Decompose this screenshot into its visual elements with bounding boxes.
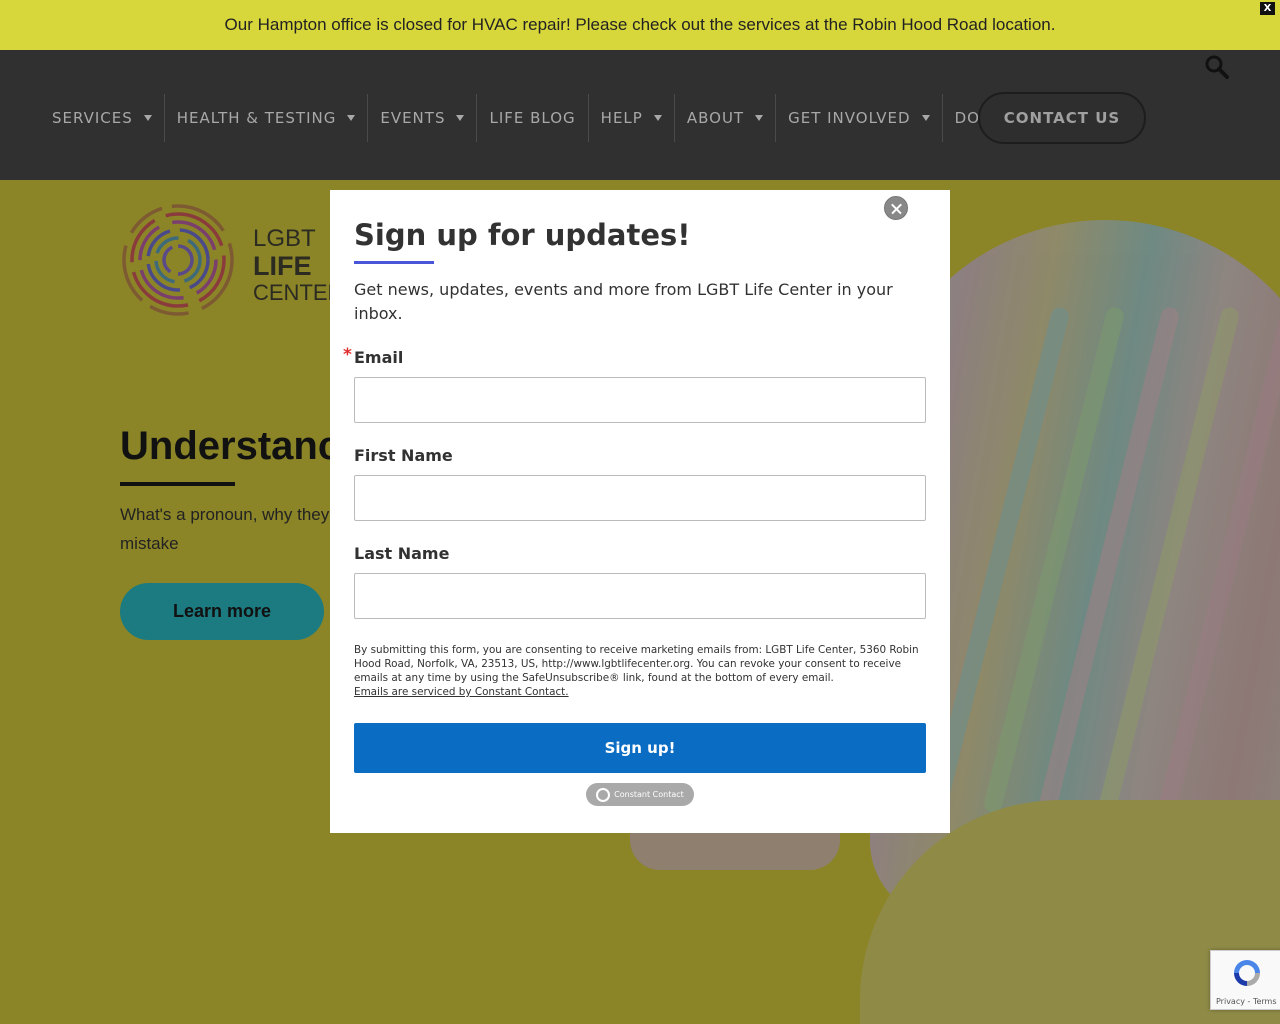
privacy-link[interactable]: Privacy (1216, 997, 1245, 1006)
caret-down-icon (347, 115, 356, 121)
caret-down-icon (143, 115, 152, 121)
nav-item-help[interactable]: HELP (589, 94, 675, 142)
terms-link[interactable]: Terms (1253, 997, 1277, 1006)
caret-down-icon (653, 115, 662, 121)
modal-title-underline (354, 261, 434, 264)
nav-item-get-involved[interactable]: GET INVOLVED (776, 94, 943, 142)
constant-contact-link[interactable]: Emails are serviced by Constant Contact. (354, 686, 569, 698)
constant-contact-badge[interactable]: Constant Contact (586, 783, 694, 806)
modal-close-button[interactable] (884, 196, 908, 220)
recaptcha-badge[interactable]: Privacy - Terms (1210, 950, 1280, 1010)
modal-title: Sign up for updates! (354, 218, 691, 252)
recaptcha-separator: - (1244, 997, 1253, 1006)
badge-text: Constant Contact (614, 790, 684, 799)
nav-item-label: ABOUT (686, 109, 745, 127)
site-header: SERVICES HEALTH & TESTING EVENTS LIFE BL… (0, 50, 1280, 180)
caret-down-icon (921, 115, 930, 121)
recaptcha-links: Privacy - Terms (1216, 997, 1277, 1006)
caret-down-icon (456, 115, 465, 121)
learn-more-button[interactable]: Learn more (120, 583, 324, 640)
constant-contact-icon (596, 787, 611, 802)
required-marker: * (343, 345, 352, 365)
nav-item-label: HELP (600, 109, 643, 127)
recaptcha-icon (1234, 960, 1260, 986)
logo-rings-icon (122, 204, 234, 316)
last-name-field[interactable] (354, 573, 926, 619)
nav-item-services[interactable]: SERVICES (40, 94, 165, 142)
consent-notice: By submitting this form, you are consent… (354, 643, 929, 699)
signup-modal: Sign up for updates! Get news, updates, … (330, 190, 950, 833)
nav-item-label: GET INVOLVED (788, 109, 911, 127)
main-nav: SERVICES HEALTH & TESTING EVENTS LIFE BL… (40, 94, 1035, 142)
banner-close-button[interactable]: X (1260, 2, 1275, 15)
nav-item-label: LIFE BLOG (489, 109, 576, 127)
nav-item-events[interactable]: EVENTS (368, 94, 478, 142)
hero-title: Understanc (120, 424, 341, 468)
hero-description: What's a pronoun, why they mistake (120, 505, 330, 553)
nav-item-label: SERVICES (52, 109, 133, 127)
caret-down-icon (755, 115, 764, 121)
first-name-label: First Name (354, 446, 453, 465)
announcement-banner: Our Hampton office is closed for HVAC re… (0, 0, 1280, 50)
nav-item-life-blog[interactable]: LIFE BLOG (477, 94, 589, 142)
contact-us-button[interactable]: CONTACT US (978, 92, 1146, 144)
email-field[interactable] (354, 377, 926, 423)
nav-item-about[interactable]: ABOUT (675, 94, 777, 142)
site-logo[interactable]: LGBT LIFE CENTER (120, 202, 343, 322)
nav-item-health-testing[interactable]: HEALTH & TESTING (165, 94, 369, 142)
first-name-field[interactable] (354, 475, 926, 521)
search-icon[interactable] (1204, 54, 1230, 80)
email-label: Email (354, 348, 404, 367)
nav-item-label: HEALTH & TESTING (176, 109, 337, 127)
sign-up-button[interactable]: Sign up! (354, 723, 926, 773)
last-name-label: Last Name (354, 544, 450, 563)
announcement-text: Our Hampton office is closed for HVAC re… (224, 15, 1056, 34)
consent-text: By submitting this form, you are consent… (354, 644, 919, 684)
hero-title-underline (120, 482, 235, 486)
modal-description: Get news, updates, events and more from … (354, 280, 893, 323)
nav-item-label: EVENTS (380, 109, 446, 127)
